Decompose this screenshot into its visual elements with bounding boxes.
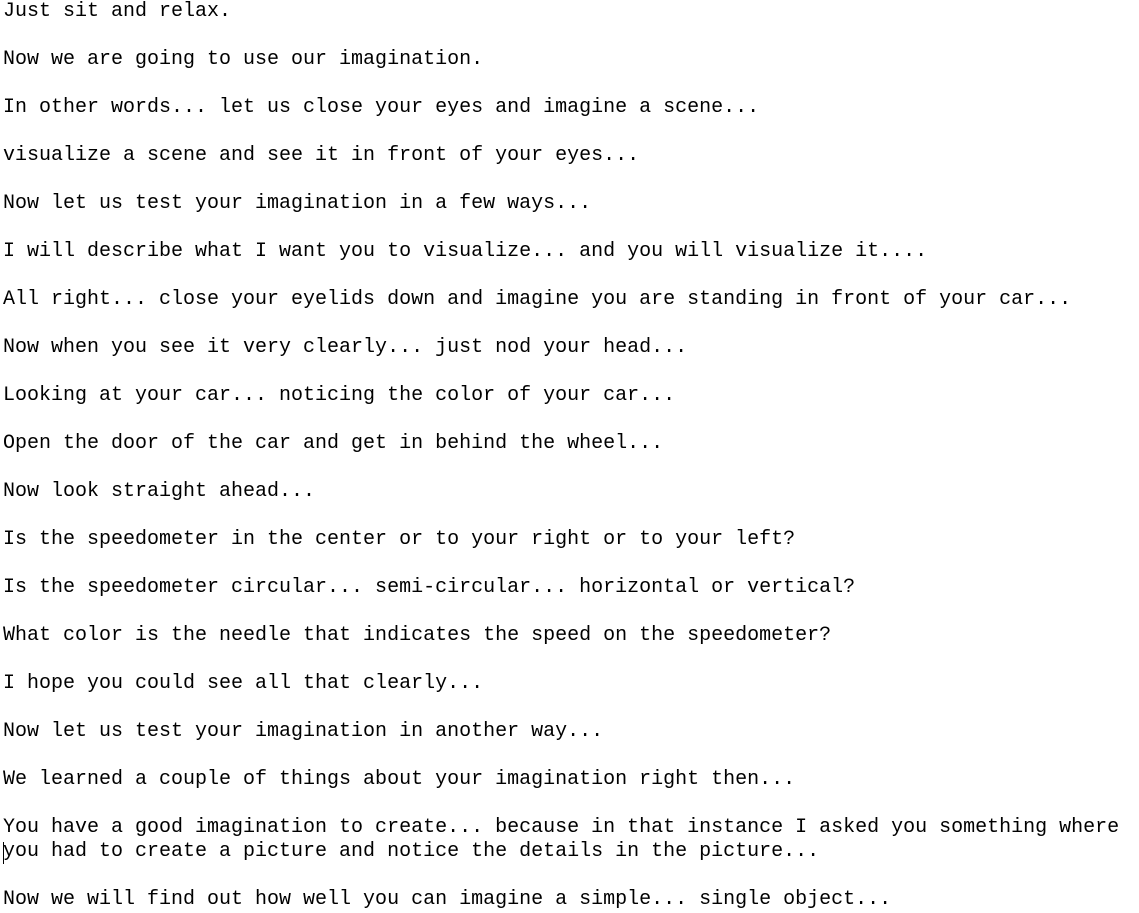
text-line: In other words... let us close your eyes… <box>3 96 760 119</box>
text-line: Now let us test your imagination in a fe… <box>3 192 592 215</box>
text-line: What color is the needle that indicates … <box>3 624 832 647</box>
text-line: Looking at your car... noticing the colo… <box>3 384 676 407</box>
text-line: Open the door of the car and get in behi… <box>3 432 664 455</box>
text-line: you had to create a picture and notice t… <box>3 840 820 863</box>
text-line: I hope you could see all that clearly... <box>3 672 484 695</box>
text-line: visualize a scene and see it in front of… <box>3 144 640 167</box>
text-line: We learned a couple of things about your… <box>3 768 796 791</box>
text-cursor <box>3 842 4 864</box>
text-line: Now we are going to use our imagination. <box>3 48 484 71</box>
text-line: Now we will find out how well you can im… <box>3 888 892 911</box>
text-line: All right... close your eyelids down and… <box>3 288 1072 311</box>
text-line: I will describe what I want you to visua… <box>3 240 928 263</box>
text-line: Now look straight ahead... <box>3 480 316 503</box>
text-line: Now let us test your imagination in anot… <box>3 720 604 743</box>
text-line: Now when you see it very clearly... just… <box>3 336 688 359</box>
text-document[interactable]: Just sit and relax. Now we are going to … <box>0 0 1139 913</box>
text-line: Is the speedometer circular... semi-circ… <box>3 576 856 599</box>
text-line: You have a good imagination to create...… <box>3 816 1120 839</box>
text-line: Just sit and relax. <box>3 0 232 23</box>
text-line: Is the speedometer in the center or to y… <box>3 528 796 551</box>
